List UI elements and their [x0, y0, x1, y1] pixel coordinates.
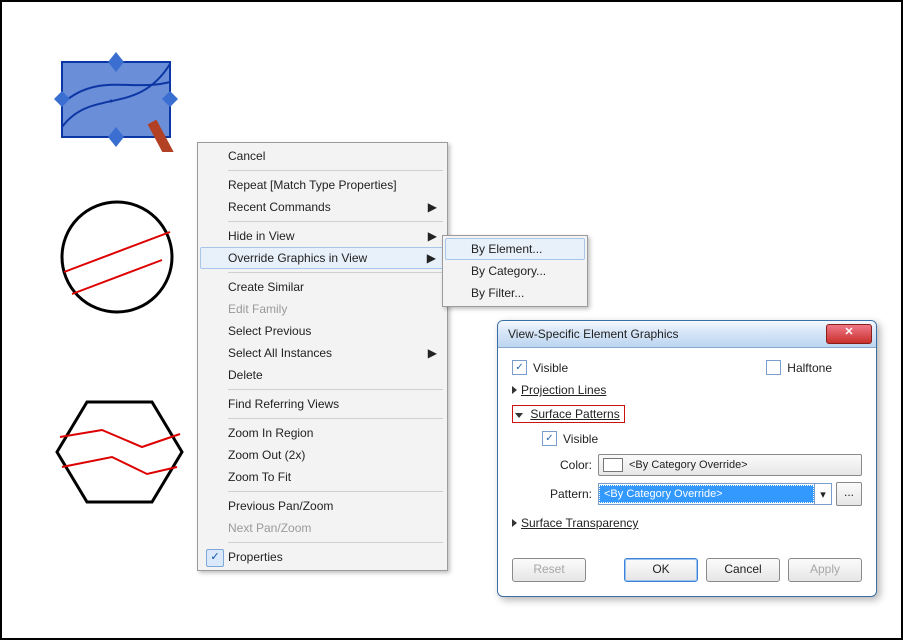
submenu-item-by-filter[interactable]: By Filter... [445, 282, 585, 304]
menu-label: Previous Pan/Zoom [228, 499, 333, 513]
menu-item-zoom-to-fit[interactable]: Zoom To Fit [200, 466, 445, 488]
surface-transparency-section[interactable]: Surface Transparency [512, 516, 862, 530]
check-icon: ✓ [206, 549, 224, 567]
menu-item-repeat[interactable]: Repeat [Match Type Properties] [200, 174, 445, 196]
submenu-arrow-icon: ▶ [428, 229, 437, 243]
menu-item-hide-in-view[interactable]: Hide in View ▶ [200, 225, 445, 247]
menu-item-zoom-in-region[interactable]: Zoom In Region [200, 422, 445, 444]
menu-label: Select Previous [228, 324, 311, 338]
menu-separator [228, 491, 443, 492]
color-swatch [603, 458, 623, 472]
dialog-button-bar: Reset OK Cancel Apply [498, 548, 876, 596]
menu-item-override-graphics[interactable]: Override Graphics in View ▶ [200, 247, 445, 269]
dialog-title: View-Specific Element Graphics [508, 327, 826, 341]
pattern-browse-button[interactable]: ... [836, 482, 862, 506]
menu-label: By Category... [471, 264, 546, 278]
menu-label: Zoom To Fit [228, 470, 291, 484]
button-label: Apply [810, 562, 840, 576]
pattern-combobox[interactable]: <By Category Override> ▾ [598, 483, 832, 505]
reset-button[interactable]: Reset [512, 558, 586, 582]
override-submenu[interactable]: By Element... By Category... By Filter..… [442, 235, 588, 307]
surface-patterns-visible-label: Visible [563, 432, 598, 446]
menu-label: Repeat [Match Type Properties] [228, 178, 397, 192]
button-label: Reset [533, 562, 564, 576]
menu-item-delete[interactable]: Delete [200, 364, 445, 386]
pattern-label: Pattern: [542, 487, 592, 501]
button-label: OK [652, 562, 669, 576]
menu-label: Recent Commands [228, 200, 331, 214]
menu-item-zoom-out-2x[interactable]: Zoom Out (2x) [200, 444, 445, 466]
menu-item-find-referring-views[interactable]: Find Referring Views [200, 393, 445, 415]
menu-item-previous-pan-zoom[interactable]: Previous Pan/Zoom [200, 495, 445, 517]
menu-item-select-previous[interactable]: Select Previous [200, 320, 445, 342]
visible-checkbox[interactable]: ✓ [512, 360, 527, 375]
view-specific-element-graphics-dialog[interactable]: View-Specific Element Graphics ✕ ✓ Visib… [497, 320, 877, 597]
cancel-button[interactable]: Cancel [706, 558, 780, 582]
context-menu[interactable]: Cancel Repeat [Match Type Properties] Re… [197, 142, 448, 571]
halftone-label: Halftone [787, 361, 832, 375]
surface-transparency-label: Surface Transparency [521, 516, 638, 530]
menu-label: Cancel [228, 149, 265, 163]
button-label: Cancel [724, 562, 761, 576]
menu-separator [228, 221, 443, 222]
submenu-item-by-category[interactable]: By Category... [445, 260, 585, 282]
dialog-body: ✓ Visible Halftone Projection Lines Surf… [498, 348, 876, 548]
menu-label: Edit Family [228, 302, 287, 316]
dropdown-arrow-icon[interactable]: ▾ [814, 484, 831, 504]
menu-label: Override Graphics in View [228, 251, 367, 265]
projection-lines-section[interactable]: Projection Lines [512, 383, 862, 397]
menu-item-recent-commands[interactable]: Recent Commands ▶ [200, 196, 445, 218]
menu-label: Zoom Out (2x) [228, 448, 305, 462]
submenu-arrow-icon: ▶ [428, 200, 437, 214]
menu-item-properties[interactable]: ✓ Properties [200, 546, 445, 568]
menu-label: Delete [228, 368, 263, 382]
menu-label: Next Pan/Zoom [228, 521, 311, 535]
menu-separator [228, 542, 443, 543]
menu-label: Properties [228, 550, 283, 564]
surface-patterns-visible-checkbox[interactable]: ✓ [542, 431, 557, 446]
expand-icon [512, 386, 517, 394]
dialog-titlebar[interactable]: View-Specific Element Graphics ✕ [498, 321, 876, 348]
submenu-item-by-element[interactable]: By Element... [445, 238, 585, 260]
menu-item-edit-family: Edit Family [200, 298, 445, 320]
menu-item-cancel[interactable]: Cancel [200, 145, 445, 167]
menu-label: Find Referring Views [228, 397, 339, 411]
menu-label: By Filter... [471, 286, 524, 300]
menu-item-select-all-instances[interactable]: Select All Instances ▶ [200, 342, 445, 364]
collapse-icon [515, 413, 523, 418]
apply-button[interactable]: Apply [788, 558, 862, 582]
menu-separator [228, 170, 443, 171]
color-picker-button[interactable]: <By Category Override> [598, 454, 862, 476]
surface-patterns-section[interactable]: Surface Patterns [512, 405, 862, 423]
visible-label: Visible [533, 361, 568, 375]
surface-patterns-label: Surface Patterns [530, 407, 619, 421]
halftone-checkbox[interactable] [766, 360, 781, 375]
menu-separator [228, 272, 443, 273]
submenu-arrow-icon: ▶ [427, 251, 436, 265]
ok-button[interactable]: OK [624, 558, 698, 582]
pattern-value: <By Category Override> [599, 485, 814, 503]
color-label: Color: [542, 458, 592, 472]
menu-label: Zoom In Region [228, 426, 313, 440]
projection-lines-label: Projection Lines [521, 383, 606, 397]
menu-item-next-pan-zoom: Next Pan/Zoom [200, 517, 445, 539]
color-value: <By Category Override> [629, 459, 748, 471]
menu-label: Create Similar [228, 280, 304, 294]
menu-label: Hide in View [228, 229, 294, 243]
submenu-arrow-icon: ▶ [428, 346, 437, 360]
menu-label: By Element... [471, 242, 542, 256]
expand-icon [512, 519, 517, 527]
menu-separator [228, 418, 443, 419]
canvas: Cancel Repeat [Match Type Properties] Re… [0, 0, 903, 640]
close-button[interactable]: ✕ [826, 324, 872, 344]
menu-item-create-similar[interactable]: Create Similar [200, 276, 445, 298]
menu-label: Select All Instances [228, 346, 332, 360]
menu-separator [228, 389, 443, 390]
